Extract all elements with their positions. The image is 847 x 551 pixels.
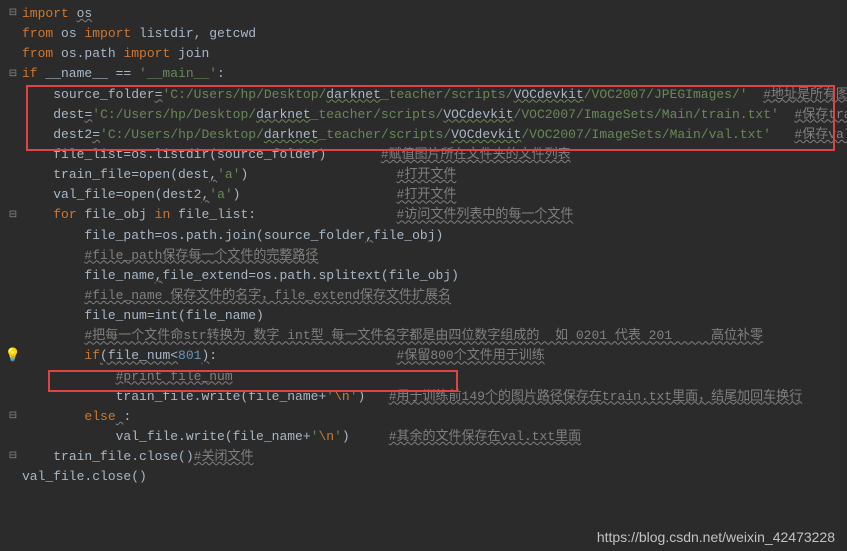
identifier: __name__: [45, 64, 115, 84]
fold-icon[interactable]: ⊟: [4, 208, 22, 224]
keyword: if: [84, 346, 100, 366]
code-line[interactable]: ⊟if __name__ == '__main__':: [4, 64, 847, 84]
code: train_file=open(dest: [53, 165, 209, 185]
comment: #保留800个文件用于训练: [397, 346, 545, 366]
code: file_list=os.listdir(source_folder): [53, 145, 326, 165]
code: file_num=int(file_name): [84, 306, 263, 326]
comment: #赋值图片所在文件夹的文件列表: [381, 145, 571, 165]
code-line[interactable]: #print file_num: [4, 367, 847, 387]
code-line[interactable]: ⊟import os: [4, 4, 847, 24]
code-line[interactable]: val_file.close(): [4, 467, 847, 487]
code-editor[interactable]: ⊟import os from os import listdir, getcw…: [0, 0, 847, 491]
code: train_file.write(file_name+: [116, 387, 327, 407]
comment: #file_path保存每一个文件的完整路径: [84, 246, 318, 266]
operator: =: [155, 85, 163, 105]
comment: #把每一个文件命str转换为 数字 int型 每一文件名字都是由四位数字组成的 …: [84, 326, 763, 346]
code: val_file.write(file_name+: [116, 427, 311, 447]
identifier: os: [61, 24, 84, 44]
code-line[interactable]: file_num=int(file_name): [4, 306, 847, 326]
watermark-text: https://blog.csdn.net/weixin_42473228: [597, 529, 835, 545]
code: val_file.close(): [22, 467, 147, 487]
keyword: in: [155, 205, 178, 225]
comment: #print file_num: [116, 367, 233, 387]
code-line[interactable]: #file_path保存每一个文件的完整路径: [4, 246, 847, 266]
identifier: join: [178, 44, 209, 64]
keyword: from: [22, 24, 61, 44]
code-line[interactable]: file_list=os.listdir(source_folder) #赋值图…: [4, 145, 847, 165]
comment: #打开文件: [397, 165, 457, 185]
code-line[interactable]: val_file.write(file_name+'\n') #其余的文件保存在…: [4, 427, 847, 447]
code-line[interactable]: train_file.write(file_name+'\n') #用于训练前1…: [4, 387, 847, 407]
keyword: from: [22, 44, 61, 64]
operator: =: [84, 105, 92, 125]
identifier: listdir, getcwd: [139, 24, 256, 44]
code: val_file=open(dest2: [53, 185, 201, 205]
identifier: dest2: [53, 125, 92, 145]
comment: #用于训练前149个的图片路径保存在train.txt里面，结尾加回车换行: [389, 387, 802, 407]
code: train_file.close(): [53, 447, 193, 467]
fold-icon[interactable]: ⊟: [4, 409, 22, 425]
code-line[interactable]: from os.path import join: [4, 44, 847, 64]
identifier: os.path: [61, 44, 123, 64]
bulb-icon[interactable]: 💡: [4, 346, 22, 366]
identifier: source_folder: [53, 85, 154, 105]
keyword: import: [84, 24, 139, 44]
code-line[interactable]: file_name,file_extend=os.path.splitext(f…: [4, 266, 847, 286]
code-line[interactable]: val_file=open(dest2,'a') #打开文件: [4, 185, 847, 205]
code: file_name: [84, 266, 154, 286]
code: file_path=os.path.join(source_folder: [84, 226, 365, 246]
comment: #访问文件列表中的每一个文件: [397, 205, 574, 225]
fold-icon[interactable]: ⊟: [4, 449, 22, 465]
code-line[interactable]: ⊟ train_file.close()#关闭文件: [4, 447, 847, 467]
keyword: for: [53, 205, 84, 225]
comment: #file_name 保存文件的名字，file_extend保存文件扩展名: [84, 286, 451, 306]
code-line[interactable]: #把每一个文件命str转换为 数字 int型 每一文件名字都是由四位数字组成的 …: [4, 326, 847, 346]
identifier: os: [77, 4, 93, 24]
code-line[interactable]: dest2='C:/Users/hp/Desktop/darknet_teach…: [4, 125, 847, 145]
code-line[interactable]: from os import listdir, getcwd: [4, 24, 847, 44]
comment: #保存train.txt的地址: [794, 105, 847, 125]
keyword: if: [22, 64, 45, 84]
fold-icon[interactable]: ⊟: [4, 67, 22, 83]
fold-icon[interactable]: ⊟: [4, 6, 22, 22]
comment: #保存val.txt的地址: [794, 125, 847, 145]
keyword: import: [22, 4, 77, 24]
identifier: dest: [53, 105, 84, 125]
code-line[interactable]: #file_name 保存文件的名字，file_extend保存文件扩展名: [4, 286, 847, 306]
code-line[interactable]: train_file=open(dest,'a') #打开文件: [4, 165, 847, 185]
string: '__main__': [139, 64, 217, 84]
comment: #地址是所有图片的保存地点: [763, 85, 847, 105]
code-line[interactable]: ⊟ for file_obj in file_list: #访问文件列表中的每一…: [4, 205, 847, 225]
operator: =: [92, 125, 100, 145]
comment: #其余的文件保存在val.txt里面: [389, 427, 581, 447]
comment: #打开文件: [397, 185, 457, 205]
code-line[interactable]: file_path=os.path.join(source_folder,fil…: [4, 226, 847, 246]
punctuation: :: [217, 64, 225, 84]
code-line[interactable]: 💡 if(file_num<801): #保留800个文件用于训练: [4, 346, 847, 366]
code-line[interactable]: dest='C:/Users/hp/Desktop/darknet_teache…: [4, 105, 847, 125]
number: 801: [178, 346, 201, 366]
keyword: else: [84, 407, 115, 427]
keyword: import: [123, 44, 178, 64]
code-line[interactable]: source_folder='C:/Users/hp/Desktop/darkn…: [4, 85, 847, 105]
code-line[interactable]: ⊟ else :: [4, 407, 847, 427]
comment: #关闭文件: [194, 447, 254, 467]
operator: ==: [116, 64, 139, 84]
